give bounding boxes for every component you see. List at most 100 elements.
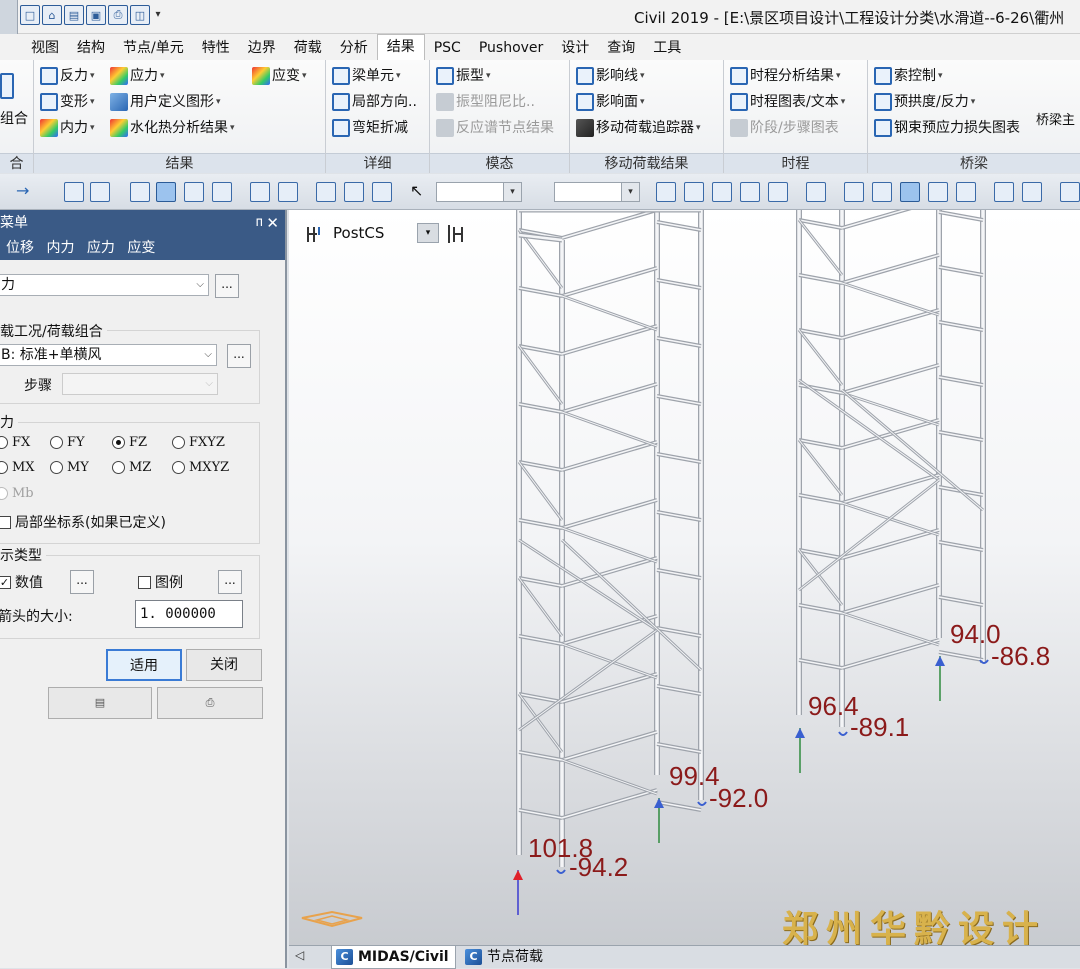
new-file-icon[interactable]: □	[20, 5, 40, 25]
radio-fx[interactable]: FX	[0, 435, 30, 450]
local-direction-button[interactable]: 局部方向..	[332, 91, 417, 113]
time-history-graph-button[interactable]: 时程图表/文本 ▾	[730, 91, 845, 113]
values-checkbox[interactable]: ✓ 数值	[0, 572, 43, 592]
frame-icon[interactable]	[844, 182, 864, 202]
open-file-icon[interactable]: ▤	[64, 5, 84, 25]
combination-button[interactable]: 组合	[0, 108, 28, 130]
load-case-select[interactable]: B: 标准+单横风 ⌵	[0, 344, 217, 366]
pointer-icon[interactable]: ↖	[410, 182, 430, 202]
legend-checkbox[interactable]: 图例	[138, 572, 183, 592]
print-result-button[interactable]: ⎙	[157, 687, 263, 719]
select-polygon-icon[interactable]	[184, 182, 204, 202]
select-window-icon[interactable]	[156, 182, 176, 202]
arrow-size-input[interactable]: 1. 000000	[135, 600, 243, 628]
print-icon[interactable]: ⎙	[108, 5, 128, 25]
reaction-button[interactable]: 反力 ▾	[40, 65, 95, 87]
beam-element-button[interactable]: 梁单元 ▾	[332, 65, 401, 87]
model-viewport[interactable]: PostCS ▾ 101.8 -94.2 99.4 -92.0 96.4 -89.1 94.…	[289, 210, 1080, 945]
bridge-main-button[interactable]: 桥梁主	[1036, 110, 1075, 132]
user-defined-graph-button[interactable]: 用户定义图形 ▾	[110, 91, 221, 113]
axis-n2-icon[interactable]	[1022, 182, 1042, 202]
orbit-icon[interactable]	[372, 182, 392, 202]
play-icon[interactable]	[740, 182, 760, 202]
radio-mb[interactable]: Mb	[0, 486, 34, 501]
next-arrow-icon[interactable]: →	[16, 182, 38, 202]
prev-arrow-icon[interactable]	[0, 182, 14, 202]
mode-shape-button[interactable]: 振型 ▾	[436, 65, 491, 87]
strain-button[interactable]: 应变 ▾	[252, 65, 307, 87]
activate-icon[interactable]	[656, 182, 676, 202]
rotate-icon[interactable]	[344, 182, 364, 202]
pan-icon[interactable]	[316, 182, 336, 202]
toolbar-combo-2[interactable]: ▾	[554, 182, 640, 202]
filter-select-icon[interactable]	[528, 182, 548, 202]
load-combination-icon[interactable]	[0, 66, 14, 106]
combo2-dropdown-icon[interactable]: ▾	[621, 183, 639, 201]
hydration-results-button[interactable]: 水化热分析结果 ▾	[110, 117, 235, 139]
panel-tab-displacement[interactable]: 位移	[6, 240, 34, 256]
radio-mz[interactable]: MZ	[112, 460, 151, 475]
tab-node-element[interactable]: 节点/单元	[114, 36, 193, 60]
load-case-more-button[interactable]: ...	[227, 344, 251, 368]
tab-psc[interactable]: PSC	[425, 36, 470, 60]
node-number-icon[interactable]	[90, 182, 110, 202]
open-folder-icon[interactable]: ⌂	[42, 5, 62, 25]
toolbar-combo-1[interactable]: ▾	[436, 182, 522, 202]
deformation-button[interactable]: 变形 ▾	[40, 91, 95, 113]
spectrum-nodes-button[interactable]: 反应谱节点结果	[436, 117, 554, 139]
tab-results[interactable]: 结果	[376, 34, 425, 60]
influence-line-button[interactable]: 影响线 ▾	[576, 65, 645, 87]
view-back-icon[interactable]	[872, 182, 892, 202]
step-select[interactable]: ⌵	[62, 373, 218, 395]
customize-dropdown-icon[interactable]: ▾	[152, 5, 164, 25]
panel-tab-stress[interactable]: 应力	[87, 240, 115, 256]
tab-tools[interactable]: 工具	[644, 36, 690, 60]
save-icon[interactable]: ▣	[86, 5, 106, 25]
more-tools-icon[interactable]	[1060, 182, 1080, 202]
radio-fxyz[interactable]: FXYZ	[172, 435, 225, 450]
monitor2-icon[interactable]	[956, 182, 976, 202]
radio-fz[interactable]: FZ	[112, 435, 147, 450]
radio-mxyz[interactable]: MXYZ	[172, 460, 229, 475]
internal-force-button[interactable]: 内力 ▾	[40, 117, 95, 139]
export-table-button[interactable]: ▤	[48, 687, 152, 719]
select-filter-icon[interactable]	[130, 182, 150, 202]
tab-structure[interactable]: 结构	[68, 36, 114, 60]
radio-mx[interactable]: MX	[0, 460, 35, 475]
moment-reduction-button[interactable]: 弯矩折减	[332, 117, 408, 139]
select-single-icon[interactable]	[212, 182, 232, 202]
pin-icon[interactable]: ᴨ	[256, 210, 263, 236]
zoom-window-icon[interactable]	[278, 182, 298, 202]
moving-load-tracker-button[interactable]: 移动荷载追踪器 ▾	[576, 117, 701, 139]
result-type-select[interactable]: 力 ⌵	[0, 274, 209, 296]
damping-ratio-button[interactable]: 振型阻尼比..	[436, 91, 535, 113]
panel-tab-force[interactable]: 内力	[46, 240, 74, 256]
view-iso-icon[interactable]	[900, 182, 920, 202]
cable-control-button[interactable]: 索控制 ▾	[874, 65, 943, 87]
tab-nav-left-icon[interactable]: ◁	[295, 948, 304, 962]
close-icon[interactable]: ✕	[266, 210, 279, 236]
tab-view[interactable]: 视图	[22, 36, 68, 60]
tab-design[interactable]: 设计	[552, 36, 598, 60]
close-button[interactable]: 关闭	[186, 649, 262, 681]
apply-button[interactable]: 适用	[106, 649, 182, 681]
combo1-dropdown-icon[interactable]: ▾	[503, 183, 521, 201]
values-more-button[interactable]: ...	[70, 570, 94, 594]
inactivate-icon[interactable]	[684, 182, 704, 202]
radio-my[interactable]: MY	[50, 460, 89, 475]
result-type-more-button[interactable]: ...	[215, 274, 239, 298]
tab-midas-civil[interactable]: C MIDAS/Civil	[331, 946, 456, 969]
axis-n-icon[interactable]	[994, 182, 1014, 202]
group-icon[interactable]	[806, 182, 826, 202]
local-coord-checkbox[interactable]: 局部坐标系(如果已定义)	[0, 512, 166, 532]
legend-more-button[interactable]: ...	[218, 570, 242, 594]
tab-query[interactable]: 查询	[598, 36, 644, 60]
display-icon[interactable]	[64, 182, 84, 202]
stage-graph-button[interactable]: 阶段/步骤图表	[730, 117, 839, 139]
influence-surface-button[interactable]: 影响面 ▾	[576, 91, 645, 113]
chart-icon[interactable]	[768, 182, 788, 202]
swap-icon[interactable]	[712, 182, 732, 202]
tab-analysis[interactable]: 分析	[331, 36, 377, 60]
camber-button[interactable]: 预拱度/反力 ▾	[874, 91, 975, 113]
panel-tab-strain[interactable]: 应变	[127, 240, 155, 256]
